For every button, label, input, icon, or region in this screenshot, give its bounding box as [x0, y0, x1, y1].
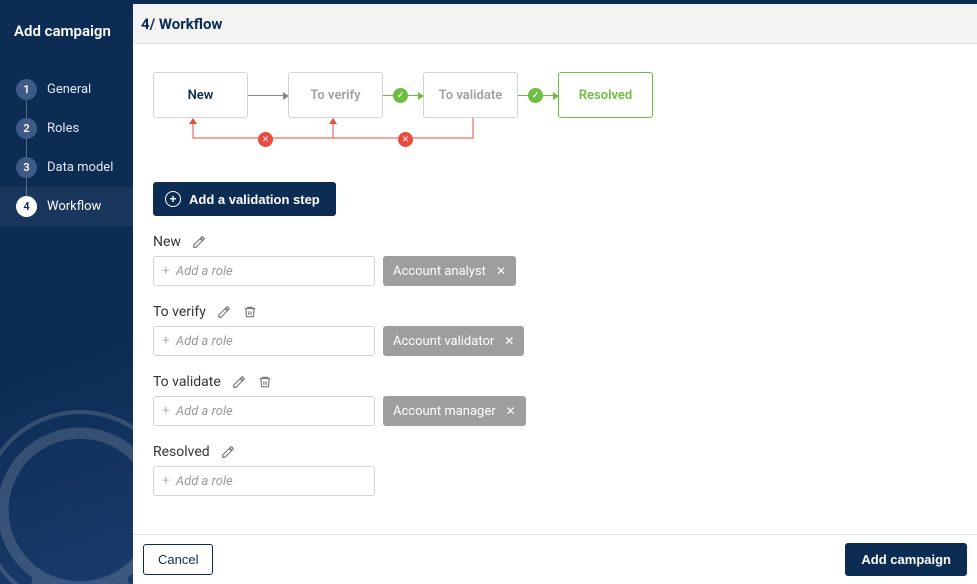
- chip-remove-icon[interactable]: ✕: [504, 334, 514, 348]
- content-area: New To verify To validate Resolved ✓ ✓ ✕…: [133, 44, 977, 534]
- chip-label: Account analyst: [393, 264, 486, 279]
- workflow-step-block: New + Add a role Account analyst ✕: [153, 234, 957, 286]
- cancel-button[interactable]: Cancel: [143, 544, 213, 575]
- add-role-input[interactable]: + Add a role: [153, 326, 375, 356]
- step-block-header: Resolved: [153, 444, 957, 460]
- step-block-title: Resolved: [153, 444, 210, 460]
- placeholder-text: Add a role: [176, 474, 233, 489]
- step-data-model[interactable]: 3 Data model: [0, 148, 133, 187]
- step-workflow[interactable]: 4 Workflow: [0, 187, 133, 226]
- workflow-step-block: To validate + Add a role Account manager…: [153, 374, 957, 426]
- reject-icon: ✕: [398, 132, 413, 147]
- workflow-step-block: To verify + Add a role Account validator…: [153, 304, 957, 356]
- chip-label: Account manager: [393, 404, 496, 419]
- plus-icon: +: [162, 403, 170, 419]
- add-role-input[interactable]: + Add a role: [153, 396, 375, 426]
- plus-icon: +: [162, 263, 170, 279]
- plus-icon: +: [162, 473, 170, 489]
- plus-circle-icon: +: [165, 191, 181, 207]
- chip-remove-icon[interactable]: ✕: [506, 404, 516, 418]
- role-chip: Account validator ✕: [383, 326, 524, 356]
- chip-label: Account validator: [393, 334, 494, 349]
- step-block-title: To validate: [153, 374, 221, 390]
- reject-icon: ✕: [258, 132, 273, 147]
- step-number: 4: [16, 196, 37, 217]
- step-number: 3: [16, 157, 37, 178]
- edit-icon[interactable]: [191, 234, 207, 250]
- edit-icon[interactable]: [220, 444, 236, 460]
- page-title: 4/ Workflow: [141, 15, 222, 33]
- sidebar: Add campaign 1 General 2 Roles 3 Data mo…: [0, 4, 133, 584]
- delete-icon[interactable]: [242, 304, 258, 320]
- add-role-input[interactable]: + Add a role: [153, 466, 375, 496]
- check-icon: ✓: [393, 88, 408, 103]
- sidebar-steps: 1 General 2 Roles 3 Data model 4 Workflo…: [0, 70, 133, 226]
- step-block-title: New: [153, 234, 181, 250]
- sidebar-title: Add campaign: [0, 4, 133, 70]
- step-roles[interactable]: 2 Roles: [0, 109, 133, 148]
- edit-icon[interactable]: [231, 374, 247, 390]
- role-chip: Account manager ✕: [383, 396, 526, 426]
- chip-remove-icon[interactable]: ✕: [496, 264, 506, 278]
- arrow-icon: [248, 95, 288, 96]
- placeholder-text: Add a role: [176, 334, 233, 349]
- step-label: General: [47, 82, 91, 97]
- delete-icon[interactable]: [257, 374, 273, 390]
- placeholder-text: Add a role: [176, 404, 233, 419]
- workflow-diagram: New To verify To validate Resolved ✓ ✓ ✕…: [153, 64, 957, 164]
- step-block-header: To verify: [153, 304, 957, 320]
- step-general[interactable]: 1 General: [0, 70, 133, 109]
- step-block-header: To validate: [153, 374, 957, 390]
- page-header: 4/ Workflow: [133, 4, 977, 44]
- add-role-input[interactable]: + Add a role: [153, 256, 375, 286]
- step-block-header: New: [153, 234, 957, 250]
- add-step-label: Add a validation step: [189, 192, 320, 207]
- role-chip: Account analyst ✕: [383, 256, 516, 286]
- footer: Cancel Add campaign: [133, 534, 977, 584]
- step-label: Roles: [47, 121, 79, 136]
- workflow-node-resolved: Resolved: [558, 72, 653, 118]
- placeholder-text: Add a role: [176, 264, 233, 279]
- add-validation-step-button[interactable]: + Add a validation step: [153, 182, 336, 216]
- check-icon: ✓: [528, 88, 543, 103]
- step-block-title: To verify: [153, 304, 206, 320]
- ribbon-decor-icon: [0, 384, 133, 584]
- workflow-node-verify[interactable]: To verify: [288, 72, 383, 118]
- edit-icon[interactable]: [216, 304, 232, 320]
- step-label: Workflow: [47, 199, 101, 214]
- plus-icon: +: [162, 333, 170, 349]
- workflow-node-validate[interactable]: To validate: [423, 72, 518, 118]
- workflow-step-block: Resolved + Add a role: [153, 444, 957, 496]
- add-campaign-button[interactable]: Add campaign: [845, 543, 967, 576]
- workflow-node-new[interactable]: New: [153, 72, 248, 118]
- step-label: Data model: [47, 160, 113, 175]
- step-number: 1: [16, 79, 37, 100]
- step-number: 2: [16, 118, 37, 139]
